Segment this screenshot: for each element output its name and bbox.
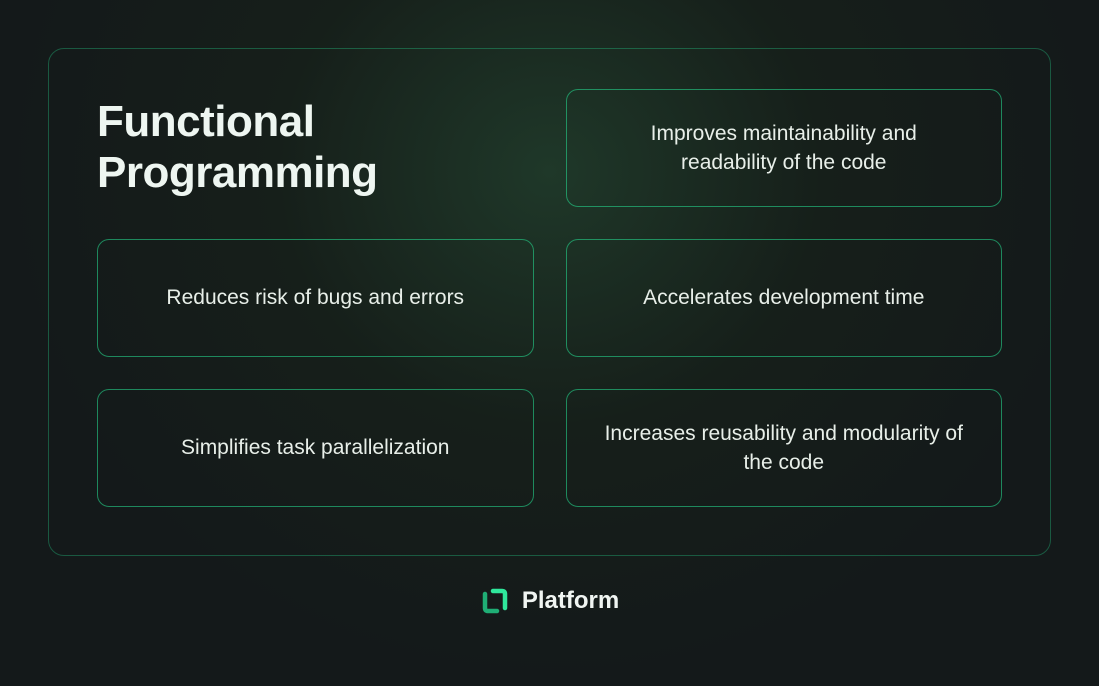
- benefit-text: Increases reusability and modularity of …: [601, 419, 968, 478]
- benefit-card: Accelerates development time: [566, 239, 1003, 357]
- benefit-text: Improves maintainability and readability…: [601, 119, 968, 178]
- platform-logo-icon: [480, 586, 510, 616]
- page-title: Functional Programming: [97, 97, 534, 198]
- benefit-text: Accelerates development time: [643, 283, 924, 312]
- footer-brand: Platform: [522, 587, 619, 615]
- content-grid: Functional Programming Improves maintain…: [97, 89, 1002, 507]
- benefit-text: Reduces risk of bugs and errors: [166, 283, 464, 312]
- footer: Platform: [480, 586, 619, 616]
- main-panel: Functional Programming Improves maintain…: [48, 48, 1051, 556]
- benefit-card: Simplifies task parallelization: [97, 389, 534, 507]
- benefit-card: Reduces risk of bugs and errors: [97, 239, 534, 357]
- benefit-card: Improves maintainability and readability…: [566, 89, 1003, 207]
- benefit-card: Increases reusability and modularity of …: [566, 389, 1003, 507]
- benefit-text: Simplifies task parallelization: [181, 433, 449, 462]
